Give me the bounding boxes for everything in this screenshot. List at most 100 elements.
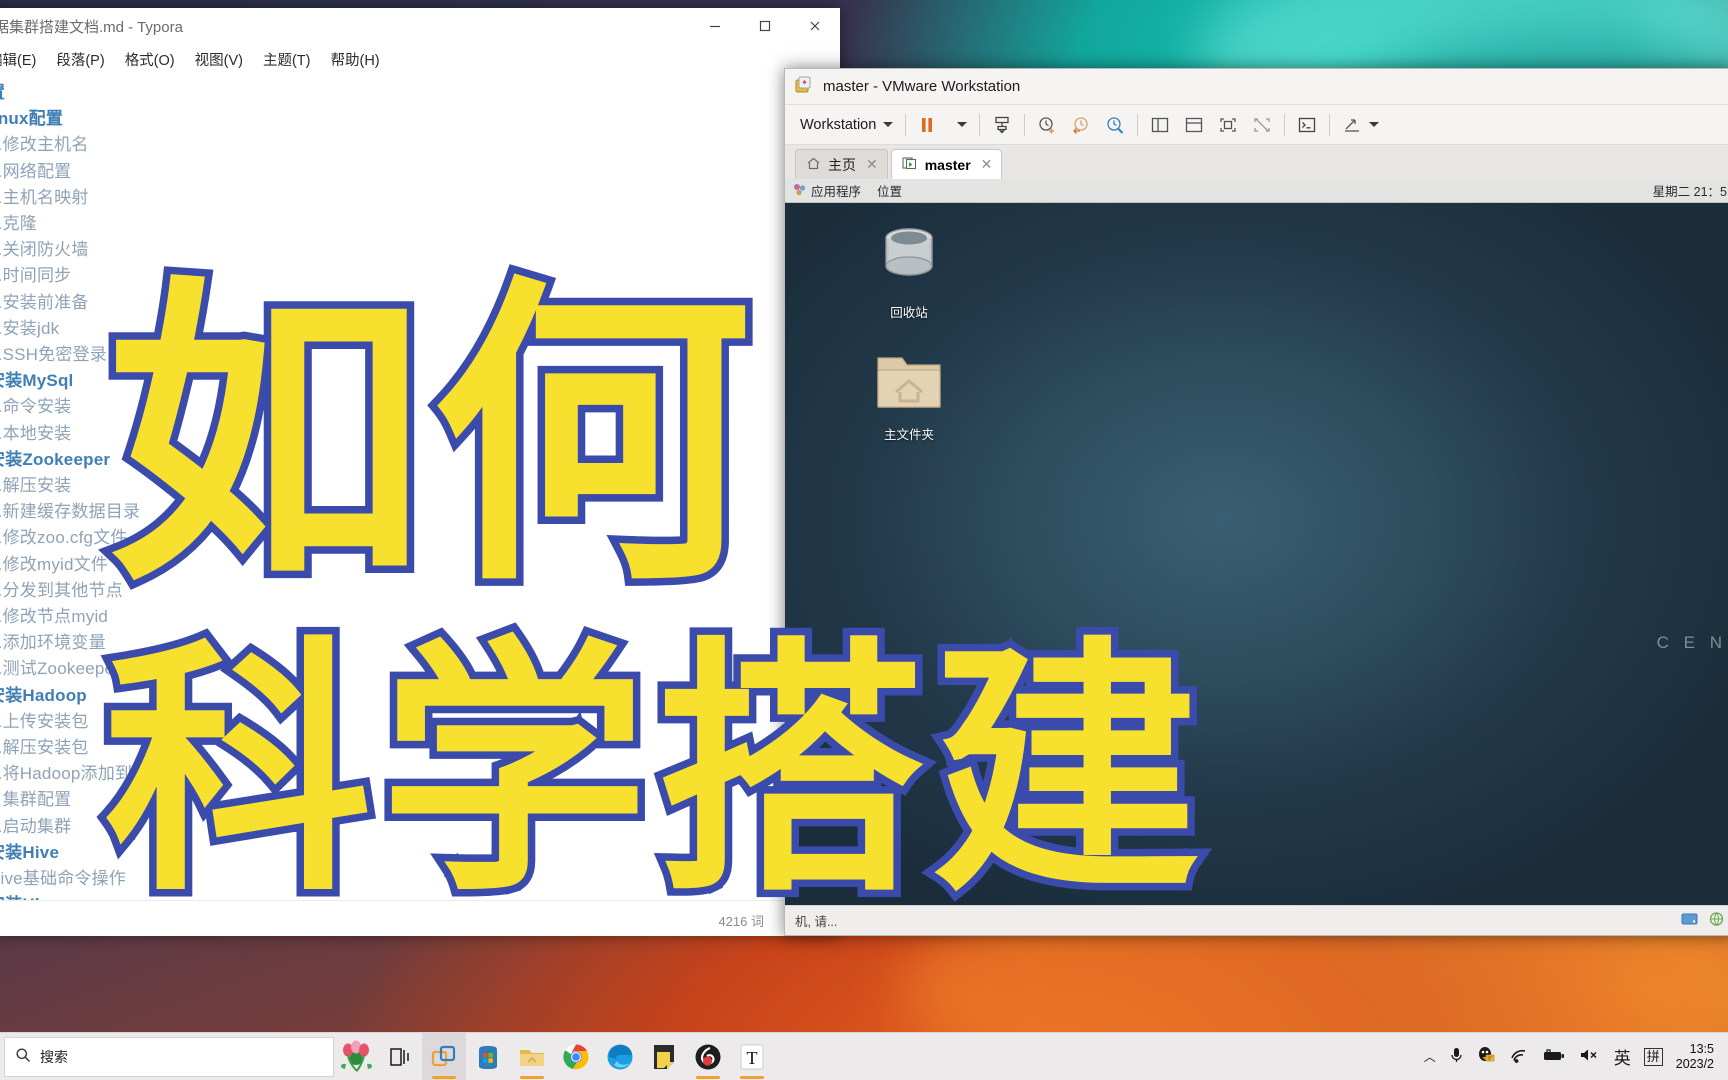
tray-expand-icon[interactable]: ︿ (1424, 1048, 1436, 1065)
gnome-top-panel[interactable]: 应用程序 位置 星期二 21：5 (785, 179, 1728, 203)
outline-item[interactable]: 5.关闭防火墙 (0, 237, 840, 263)
outline-item[interactable]: 3.修改zoo.cfg文件 (0, 525, 840, 551)
menu-format[interactable]: 格式(O) (125, 49, 175, 70)
file-explorer-icon[interactable] (510, 1033, 554, 1080)
outline-item[interactable]: 安装Hive (0, 840, 840, 866)
typora-window-controls[interactable] (690, 8, 840, 44)
desktop-icon-trash[interactable]: 回收站 (861, 218, 957, 321)
mic-icon[interactable] (1449, 1046, 1464, 1067)
outline-item[interactable]: 2.本地安装 (0, 421, 840, 447)
battery-icon[interactable] (1542, 1048, 1566, 1065)
gnome-clock[interactable]: 星期二 21：5 (1653, 181, 1727, 200)
outline-item[interactable]: 3.主机名映射 (0, 185, 840, 211)
menu-view[interactable]: 视图(V) (195, 49, 243, 70)
typora-window[interactable]: 据集群搭建文档.md - Typora 编辑(E) 段落(P) 格式(O) 视图… (0, 8, 840, 936)
outline-item[interactable]: 4.修改myid文件 (0, 552, 840, 578)
outline-item[interactable]: 安装MySql (0, 368, 840, 394)
tab-close-icon[interactable]: ✕ (866, 156, 878, 173)
tulips-icon[interactable] (334, 1033, 378, 1080)
typora-menubar[interactable]: 编辑(E) 段落(P) 格式(O) 视图(V) 主题(T) 帮助(H) (0, 44, 840, 74)
vmware-tab-bar[interactable]: 主页 ✕ master ✕ (785, 145, 1728, 179)
applications-menu[interactable]: 应用程序 (793, 181, 861, 200)
revert-snapshot-button[interactable] (1064, 110, 1098, 140)
outline-item[interactable]: 9.SSH免密登录 (0, 342, 840, 368)
outline-item[interactable]: 安装Zookeeper (0, 447, 840, 473)
vmware-toolbar[interactable]: Workstation (785, 105, 1728, 145)
sticky-notes-icon[interactable] (642, 1033, 686, 1080)
ime-mode[interactable]: 拼 (1643, 1047, 1663, 1066)
taskbar-search-box[interactable]: 搜索 (4, 1036, 334, 1077)
pause-button[interactable] (911, 110, 943, 140)
show-library-button[interactable] (1143, 110, 1177, 140)
minimize-button[interactable] (690, 8, 740, 44)
outline-item[interactable]: 1.修改主机名 (0, 132, 840, 158)
stretch-guest-button[interactable] (1335, 110, 1386, 140)
take-snapshot-button[interactable] (1030, 110, 1064, 140)
outline-item[interactable]: 4 集群配置 (0, 787, 840, 813)
task-view-icon[interactable] (378, 1033, 422, 1080)
outline-item[interactable]: 6.修改节点myid (0, 604, 840, 630)
outline-item[interactable]: 3.将Hadoop添加到环境变量 (0, 761, 840, 787)
network-status-icon[interactable] (1708, 912, 1725, 929)
menu-theme[interactable]: 主题(T) (263, 49, 311, 70)
menu-help[interactable]: 帮助(H) (330, 49, 379, 70)
system-tray[interactable]: ︿ 英 拼 13:5 2023/2 (1424, 1042, 1728, 1072)
vmware-status-icons[interactable] (1681, 912, 1725, 929)
outline-item[interactable]: 安装Hadoop (0, 683, 840, 709)
close-button[interactable] (790, 8, 840, 44)
show-thumbnails-button[interactable] (1177, 110, 1211, 140)
outline-item[interactable]: 置 (0, 80, 840, 106)
menu-paragraph[interactable]: 段落(P) (56, 49, 104, 70)
outline-item[interactable]: 2.网络配置 (0, 159, 840, 185)
windows-taskbar[interactable]: 搜索 T ︿ 英 拼 13:5 2023/2 (0, 1032, 1728, 1080)
outline-item[interactable]: 5.启动集群 (0, 814, 840, 840)
outline-item[interactable]: 7.添加环境变量 (0, 630, 840, 656)
outline-item[interactable]: 5.分发到其他节点 (0, 578, 840, 604)
outline-item[interactable]: Hive基础命令操作 (0, 866, 840, 892)
menu-edit[interactable]: 编辑(E) (0, 49, 36, 70)
taskbar-app-icons[interactable]: T (334, 1032, 774, 1080)
vm-guest-desktop[interactable]: 回收站 主文件夹 C E N (785, 203, 1728, 905)
chrome-icon[interactable] (554, 1033, 598, 1080)
vmware-titlebar[interactable]: master - VMware Workstation (785, 69, 1728, 105)
outline-item[interactable]: 7.安装前准备 (0, 290, 840, 316)
outline-item[interactable]: 1.命令安装 (0, 394, 840, 420)
snapshot-button[interactable] (985, 110, 1019, 140)
typora-titlebar[interactable]: 据集群搭建文档.md - Typora (0, 8, 840, 44)
snapshot-manager-button[interactable] (1098, 110, 1132, 140)
microsoft-store-icon[interactable] (466, 1033, 510, 1080)
typora-document-area[interactable]: 置linux配置1.修改主机名2.网络配置3.主机名映射4.克隆5.关闭防火墙6… (0, 74, 840, 900)
outline-item[interactable]: 2.新建缓存数据目录 (0, 499, 840, 525)
vmware-icon[interactable] (422, 1032, 466, 1080)
outline-item[interactable]: 6.时间同步 (0, 263, 840, 289)
outline-item[interactable]: 1.解压安装 (0, 473, 840, 499)
places-menu[interactable]: 位置 (877, 181, 902, 200)
hdd-status-icon[interactable] (1681, 912, 1698, 929)
edge-icon[interactable] (598, 1033, 642, 1080)
taskbar-clock[interactable]: 13:5 2023/2 (1676, 1042, 1718, 1072)
maximize-button[interactable] (740, 8, 790, 44)
vmware-window[interactable]: master - VMware Workstation Workstation (784, 68, 1728, 936)
typora-icon[interactable]: T (730, 1033, 774, 1080)
console-view-button[interactable] (1290, 110, 1324, 140)
fullscreen-button[interactable] (1211, 110, 1245, 140)
document-outline[interactable]: 置linux配置1.修改主机名2.网络配置3.主机名映射4.克隆5.关闭防火墙6… (0, 80, 840, 900)
workstation-menu-button[interactable]: Workstation (793, 110, 900, 140)
tab-home[interactable]: 主页 ✕ (795, 149, 888, 179)
ime-language[interactable]: 英 (1614, 1044, 1631, 1069)
tab-close-icon[interactable]: ✕ (981, 156, 993, 173)
netease-music-icon[interactable] (686, 1033, 730, 1080)
tab-master[interactable]: master ✕ (890, 149, 1003, 179)
outline-item[interactable]: 4.克隆 (0, 211, 840, 237)
qq-icon[interactable] (1477, 1046, 1496, 1067)
desktop-icon-home-folder[interactable]: 主文件夹 (861, 348, 957, 443)
outline-item[interactable]: 安装Hbase (0, 892, 840, 900)
outline-item[interactable]: 2.解压安装包 (0, 735, 840, 761)
outline-item[interactable]: linux配置 (0, 106, 840, 132)
volume-muted-icon[interactable] (1579, 1047, 1601, 1066)
outline-item[interactable]: 1.上传安装包 (0, 709, 840, 735)
wifi-icon[interactable] (1509, 1047, 1529, 1066)
power-dropdown-button[interactable] (943, 110, 974, 140)
outline-item[interactable]: 8.安装jdk (0, 316, 840, 342)
unity-mode-button[interactable] (1245, 110, 1279, 140)
